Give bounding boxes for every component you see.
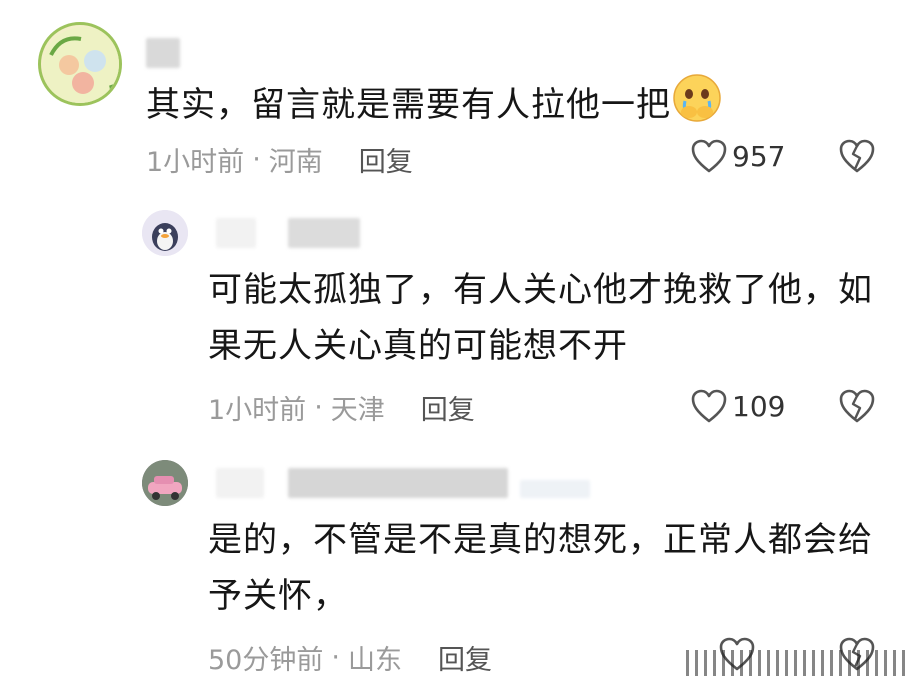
like-button[interactable]: 957: [690, 138, 785, 174]
comment-meta: 1小时前 · 天津 回复: [208, 388, 475, 427]
timestamp: 50分钟前: [208, 645, 324, 676]
username-redacted: [288, 468, 508, 498]
location: 天津: [330, 395, 385, 426]
meta-separator: ·: [314, 392, 323, 423]
crying-face-emoji-icon: [671, 72, 723, 141]
comment-meta: 50分钟前 · 山东 回复: [208, 638, 492, 677]
location: 河南: [268, 147, 323, 178]
comment-meta: 1小时前 · 河南 回复: [146, 140, 413, 179]
broken-heart-icon: [839, 139, 875, 173]
comment-text-line: 是的，不管是不是真的想死，正常人都会给: [208, 520, 873, 560]
avatar[interactable]: [38, 22, 122, 106]
username-redacted: [520, 480, 590, 498]
comment-text-line: 果无人关心真的可能想不开: [208, 326, 628, 366]
timestamp: 1小时前: [208, 395, 307, 426]
dislike-button[interactable]: [838, 138, 876, 178]
comment-text: 其实，留言就是需要有人拉他一把: [146, 72, 723, 141]
watermark-overlay: [686, 650, 906, 676]
meta-separator: ·: [331, 642, 340, 673]
like-count: 957: [732, 139, 786, 173]
heart-icon: [691, 389, 727, 423]
comment-text: 是的，不管是不是真的想死，正常人都会给 予关怀，: [208, 512, 873, 624]
username-redacted: [146, 38, 180, 68]
avatar-image-icon: [43, 27, 119, 103]
dislike-button[interactable]: [838, 388, 876, 428]
broken-heart-icon: [839, 389, 875, 423]
avatar[interactable]: [142, 210, 188, 256]
like-button[interactable]: 109: [690, 388, 785, 424]
avatar-image-icon: [142, 210, 188, 256]
comment-text: 可能太孤独了，有人关心他才挽救了他，如 果无人关心真的可能想不开: [208, 262, 873, 374]
reply-button[interactable]: 回复: [421, 388, 475, 427]
like-count: 109: [732, 389, 786, 423]
comment-text-line: 予关怀，: [208, 576, 348, 616]
avatar[interactable]: [142, 460, 188, 506]
comment-text-line: 可能太孤独了，有人关心他才挽救了他，如: [208, 270, 873, 310]
reply-button[interactable]: 回复: [359, 140, 413, 179]
reply-button[interactable]: 回复: [438, 638, 492, 677]
username-redacted: [216, 468, 264, 498]
username-redacted: [288, 218, 360, 248]
avatar-image-icon: [142, 460, 188, 506]
username-redacted: [216, 218, 256, 248]
heart-icon: [691, 139, 727, 173]
timestamp: 1小时前: [146, 147, 245, 178]
meta-separator: ·: [252, 144, 261, 175]
location: 山东: [347, 645, 402, 676]
